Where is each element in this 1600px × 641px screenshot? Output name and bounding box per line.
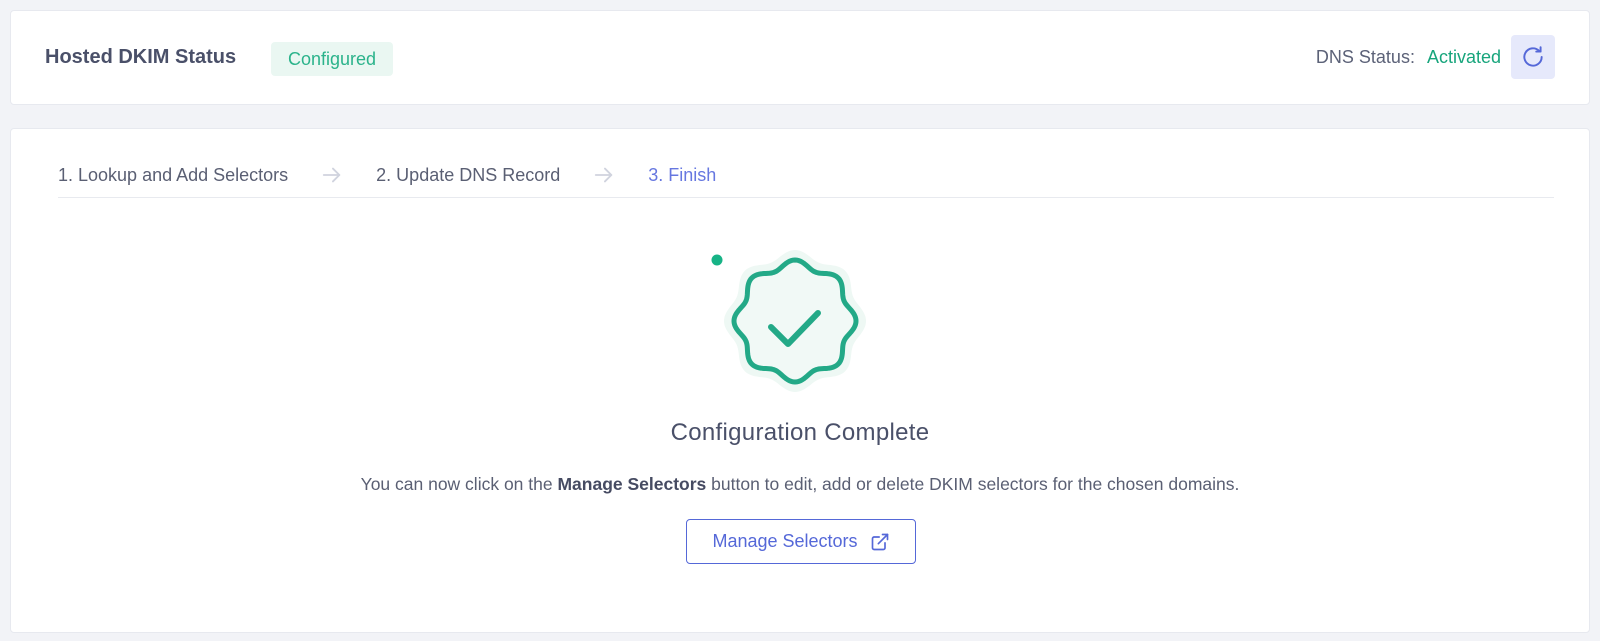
dkim-status-header: Hosted DKIM Status Configured DNS Status… [10,10,1590,105]
wizard-steps: 1. Lookup and Add Selectors 2. Update DN… [58,153,1554,198]
manage-selectors-label: Manage Selectors [712,531,858,551]
step-finish[interactable]: 3. Finish [648,165,716,186]
setup-wizard: 1. Lookup and Add Selectors 2. Update DN… [10,128,1590,633]
step-lookup-selectors[interactable]: 1. Lookup and Add Selectors [58,165,288,186]
verified-badge-icon [711,250,866,392]
description-highlight: Manage Selectors [557,474,707,494]
status-badge: Configured [271,42,394,76]
completion-description: You can now click on the Manage Selector… [360,474,1240,494]
manage-selectors-button[interactable]: Manage Selectors [686,519,916,564]
external-link-icon [871,533,888,550]
dns-status-label: DNS Status: [1315,47,1415,67]
arrow-right-icon [288,164,376,186]
refresh-button[interactable] [1511,35,1555,79]
dns-status: DNS Status: Activated [1316,11,1501,104]
page-title: Hosted DKIM Status [45,46,237,68]
refresh-icon [1523,46,1543,67]
completion-title: Configuration Complete [670,419,930,446]
success-illustration [711,244,911,404]
step-update-dns[interactable]: 2. Update DNS Record [376,165,560,186]
dns-status-value: Activated [1426,47,1501,67]
arrow-right-icon [560,164,648,186]
